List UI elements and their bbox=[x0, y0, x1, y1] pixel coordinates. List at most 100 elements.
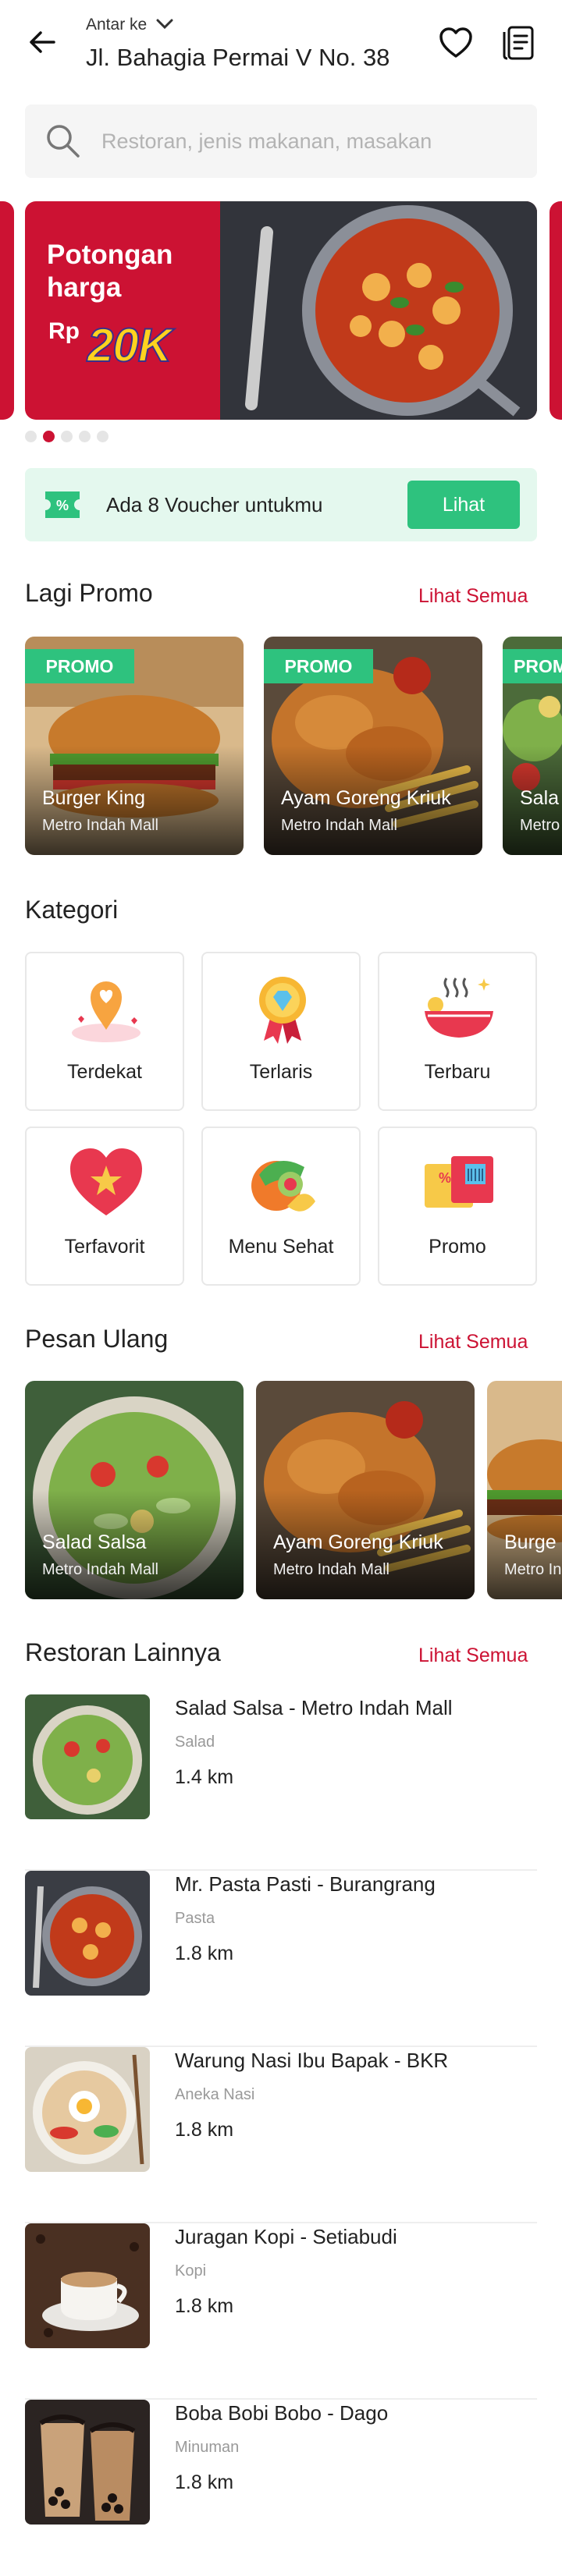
restaurant-name: Juragan Kopi - Setiabudi bbox=[175, 2225, 397, 2248]
pagination-dot[interactable] bbox=[79, 431, 91, 442]
restaurant-category: Aneka Nasi bbox=[175, 2086, 255, 2103]
card-location: Metro Indah Mall bbox=[273, 1561, 389, 1578]
promo-tag: PROMO bbox=[25, 649, 134, 683]
voucher-view-button[interactable]: Lihat bbox=[407, 481, 520, 529]
banner-currency: Rp bbox=[48, 318, 80, 344]
banner-pagination bbox=[25, 431, 108, 442]
restaurant-name: Mr. Pasta Pasti - Burangrang bbox=[175, 1872, 436, 1896]
restaurant-category: Minuman bbox=[175, 2439, 240, 2456]
promo-card[interactable]: PROMO Burger King Metro Indah Mall bbox=[25, 637, 244, 855]
promo-see-all-link[interactable]: Lihat Semua bbox=[418, 585, 528, 608]
category-section-title: Kategori bbox=[25, 896, 119, 924]
restaurant-list-item[interactable]: Juragan Kopi - Setiabudi Kopi 1.8 km bbox=[25, 2223, 537, 2400]
voucher-text: Ada 8 Voucher untukmu bbox=[106, 493, 323, 516]
restaurant-name: Salad Salsa - Metro Indah Mall bbox=[175, 1696, 453, 1719]
pagination-dot-active[interactable] bbox=[43, 431, 55, 442]
card-location: Metro In bbox=[504, 1561, 562, 1578]
card-name: Salad Salsa bbox=[42, 1531, 147, 1553]
boba-thumbnail bbox=[25, 2400, 150, 2525]
reorder-card[interactable]: Salad Salsa Metro Indah Mall bbox=[25, 1381, 244, 1599]
voucher-bar: % Ada 8 Voucher untukmu Lihat bbox=[25, 468, 537, 541]
delivery-address-selector[interactable]: Antar ke bbox=[86, 16, 173, 34]
restaurant-distance: 1.8 km bbox=[175, 2471, 234, 2493]
card-location: Metro Indah Mall bbox=[42, 817, 158, 834]
restaurant-category: Salad bbox=[175, 1733, 215, 1751]
chevron-down-icon bbox=[156, 16, 173, 34]
category-tile-menu-sehat[interactable]: Menu Sehat bbox=[201, 1127, 361, 1286]
pasta-pan-image bbox=[220, 201, 537, 420]
category-label: Terlaris bbox=[249, 1061, 313, 1083]
order-history-button[interactable] bbox=[495, 23, 542, 66]
back-button[interactable] bbox=[22, 23, 62, 64]
svg-text:%: % bbox=[439, 1170, 451, 1186]
rice-bowl-thumbnail bbox=[25, 2047, 150, 2172]
heart-star-icon bbox=[70, 1148, 142, 1215]
banner-amount: 20K bbox=[87, 318, 173, 372]
category-tile-terlaris[interactable]: Terlaris bbox=[201, 952, 361, 1111]
restaurant-name: Warung Nasi Ibu Bapak - BKR bbox=[175, 2049, 449, 2072]
category-label: Terfavorit bbox=[64, 1236, 145, 1258]
reorder-see-all-link[interactable]: Lihat Semua bbox=[418, 1331, 528, 1354]
deliver-label: Antar ke bbox=[86, 16, 148, 34]
favorites-button[interactable] bbox=[432, 23, 479, 66]
search-icon bbox=[44, 122, 83, 161]
other-section-title: Restoran Lainnya bbox=[25, 1638, 221, 1666]
delivery-address[interactable]: Jl. Bahagia Permai V No. 38 bbox=[86, 44, 389, 72]
category-tile-terfavorit[interactable]: Terfavorit bbox=[25, 1127, 184, 1286]
category-label: Terbaru bbox=[424, 1061, 491, 1083]
card-name: Ayam Goreng Kriuk bbox=[281, 787, 451, 809]
card-location: Metro bbox=[520, 817, 560, 834]
pagination-dot[interactable] bbox=[25, 431, 37, 442]
restaurant-distance: 1.8 km bbox=[175, 1943, 234, 1964]
coffee-thumbnail bbox=[25, 2223, 150, 2348]
card-name: Sala bbox=[520, 787, 560, 809]
card-name: Ayam Goreng Kriuk bbox=[273, 1531, 443, 1553]
pagination-dot[interactable] bbox=[97, 431, 108, 442]
reorder-section-title: Pesan Ulang bbox=[25, 1325, 169, 1353]
promo-tag: PROM bbox=[503, 649, 562, 683]
restaurant-list-item[interactable]: Salad Salsa - Metro Indah Mall Salad 1.4… bbox=[25, 1694, 537, 1871]
promo-card[interactable]: PROMO Ayam Goreng Kriuk Metro Indah Mall bbox=[264, 637, 482, 855]
promo-section-title: Lagi Promo bbox=[25, 579, 153, 607]
restaurant-list-item[interactable]: Warung Nasi Ibu Bapak - BKR Aneka Nasi 1… bbox=[25, 2047, 537, 2223]
search-bar[interactable] bbox=[25, 105, 537, 178]
restaurant-category: Pasta bbox=[175, 1910, 215, 1927]
restaurant-distance: 1.4 km bbox=[175, 1766, 234, 1788]
location-heart-icon bbox=[72, 981, 140, 1042]
promo-card[interactable]: PROM Sala Metro bbox=[503, 637, 562, 855]
pagination-dot[interactable] bbox=[61, 431, 73, 442]
banner-prev-peek[interactable] bbox=[0, 201, 14, 420]
fresh-bowl-icon bbox=[425, 978, 493, 1038]
salad-thumbnail bbox=[25, 1694, 150, 1819]
medal-icon bbox=[259, 977, 306, 1044]
category-label: Promo bbox=[429, 1236, 486, 1258]
restaurant-list-item[interactable]: Boba Bobi Bobo - Dago Minuman 1.8 km bbox=[25, 2400, 537, 2576]
restaurant-name: Boba Bobi Bobo - Dago bbox=[175, 2401, 389, 2425]
svg-text:%: % bbox=[56, 498, 69, 513]
healthy-fruit-icon bbox=[251, 1161, 315, 1212]
banner-next-peek[interactable] bbox=[550, 201, 562, 420]
restaurant-list-item[interactable]: Mr. Pasta Pasti - Burangrang Pasta 1.8 k… bbox=[25, 1871, 537, 2047]
search-input[interactable] bbox=[100, 128, 521, 154]
pasta-thumbnail bbox=[25, 1871, 150, 1996]
card-name: Burge bbox=[504, 1531, 557, 1553]
restaurant-distance: 1.8 km bbox=[175, 2295, 234, 2317]
voucher-ticket-icon: % bbox=[42, 488, 83, 521]
receipt-icon bbox=[502, 25, 535, 65]
card-location: Metro Indah Mall bbox=[42, 1561, 158, 1578]
card-location: Metro Indah Mall bbox=[281, 817, 397, 834]
heart-icon bbox=[439, 27, 473, 62]
category-tile-promo[interactable]: % Promo bbox=[378, 1127, 537, 1286]
promo-banner[interactable]: Potongan harga Rp 20K bbox=[25, 201, 537, 420]
other-see-all-link[interactable]: Lihat Semua bbox=[418, 1645, 528, 1667]
category-tile-terdekat[interactable]: Terdekat bbox=[25, 952, 184, 1111]
restaurant-distance: 1.8 km bbox=[175, 2119, 234, 2141]
arrow-left-icon bbox=[29, 30, 55, 58]
reorder-card[interactable]: Ayam Goreng Kriuk Metro Indah Mall bbox=[256, 1381, 475, 1599]
category-label: Terdekat bbox=[67, 1061, 142, 1083]
category-tile-terbaru[interactable]: Terbaru bbox=[378, 952, 537, 1111]
card-name: Burger King bbox=[42, 787, 146, 809]
promo-tag: PROMO bbox=[264, 649, 373, 683]
coupon-icon: % bbox=[425, 1156, 493, 1208]
reorder-card[interactable]: Burge Metro In bbox=[487, 1381, 562, 1599]
